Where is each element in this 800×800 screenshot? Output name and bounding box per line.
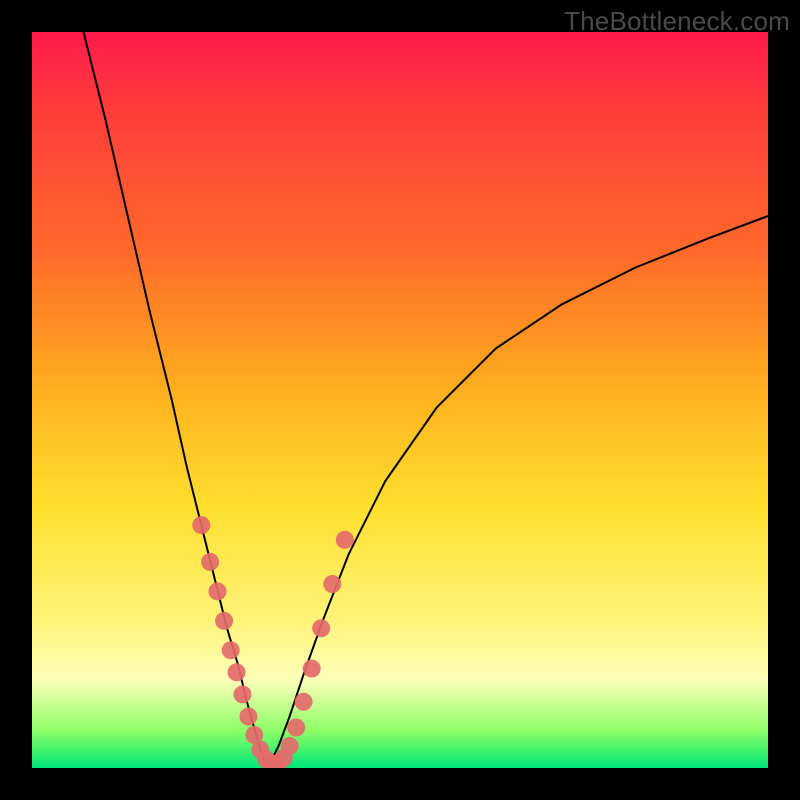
- watermark-text: TheBottleneck.com: [564, 6, 790, 37]
- bead-group: [192, 516, 353, 768]
- bead-marker: [287, 719, 305, 737]
- bead-marker: [192, 516, 210, 534]
- bead-marker: [228, 663, 246, 681]
- bead-marker: [201, 553, 219, 571]
- bead-marker: [239, 708, 257, 726]
- bead-marker: [209, 582, 227, 600]
- bead-marker: [323, 575, 341, 593]
- bead-marker: [234, 685, 252, 703]
- plot-area: [32, 32, 768, 768]
- bead-marker: [336, 531, 354, 549]
- chart-svg: [32, 32, 768, 768]
- bead-marker: [312, 619, 330, 637]
- bead-marker: [222, 641, 240, 659]
- bead-marker: [281, 737, 299, 755]
- curve-right: [268, 216, 769, 768]
- chart-frame: TheBottleneck.com: [0, 0, 800, 800]
- bead-marker: [215, 612, 233, 630]
- bead-marker: [295, 693, 313, 711]
- bead-marker: [303, 660, 321, 678]
- curve-left: [84, 32, 268, 768]
